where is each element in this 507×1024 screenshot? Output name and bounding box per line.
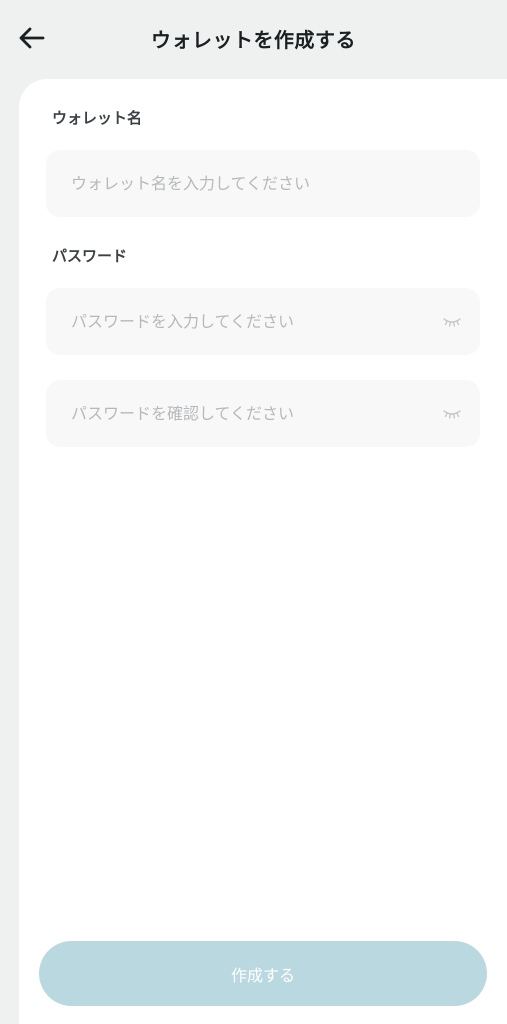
password-confirm-field[interactable] <box>46 380 480 447</box>
password-label: パスワード <box>52 247 128 265</box>
header: ウォレットを作成する <box>0 0 507 78</box>
password-confirm-input[interactable] <box>71 404 442 423</box>
wallet-name-input[interactable] <box>71 174 462 193</box>
wallet-name-field[interactable] <box>46 150 480 217</box>
password-visibility-toggle[interactable] <box>442 316 462 328</box>
password-field[interactable] <box>46 288 480 355</box>
password-input[interactable] <box>71 312 442 331</box>
wallet-name-label: ウォレット名 <box>52 109 143 127</box>
eye-closed-icon <box>443 409 461 419</box>
create-button[interactable]: 作成する <box>39 941 487 1006</box>
eye-closed-icon <box>443 317 461 327</box>
form-card: ウォレット名 パスワード <box>19 79 507 1024</box>
password-confirm-visibility-toggle[interactable] <box>442 408 462 420</box>
create-wallet-screen: ウォレットを作成する ウォレット名 パスワード <box>0 0 507 1024</box>
page-title: ウォレットを作成する <box>151 28 356 52</box>
